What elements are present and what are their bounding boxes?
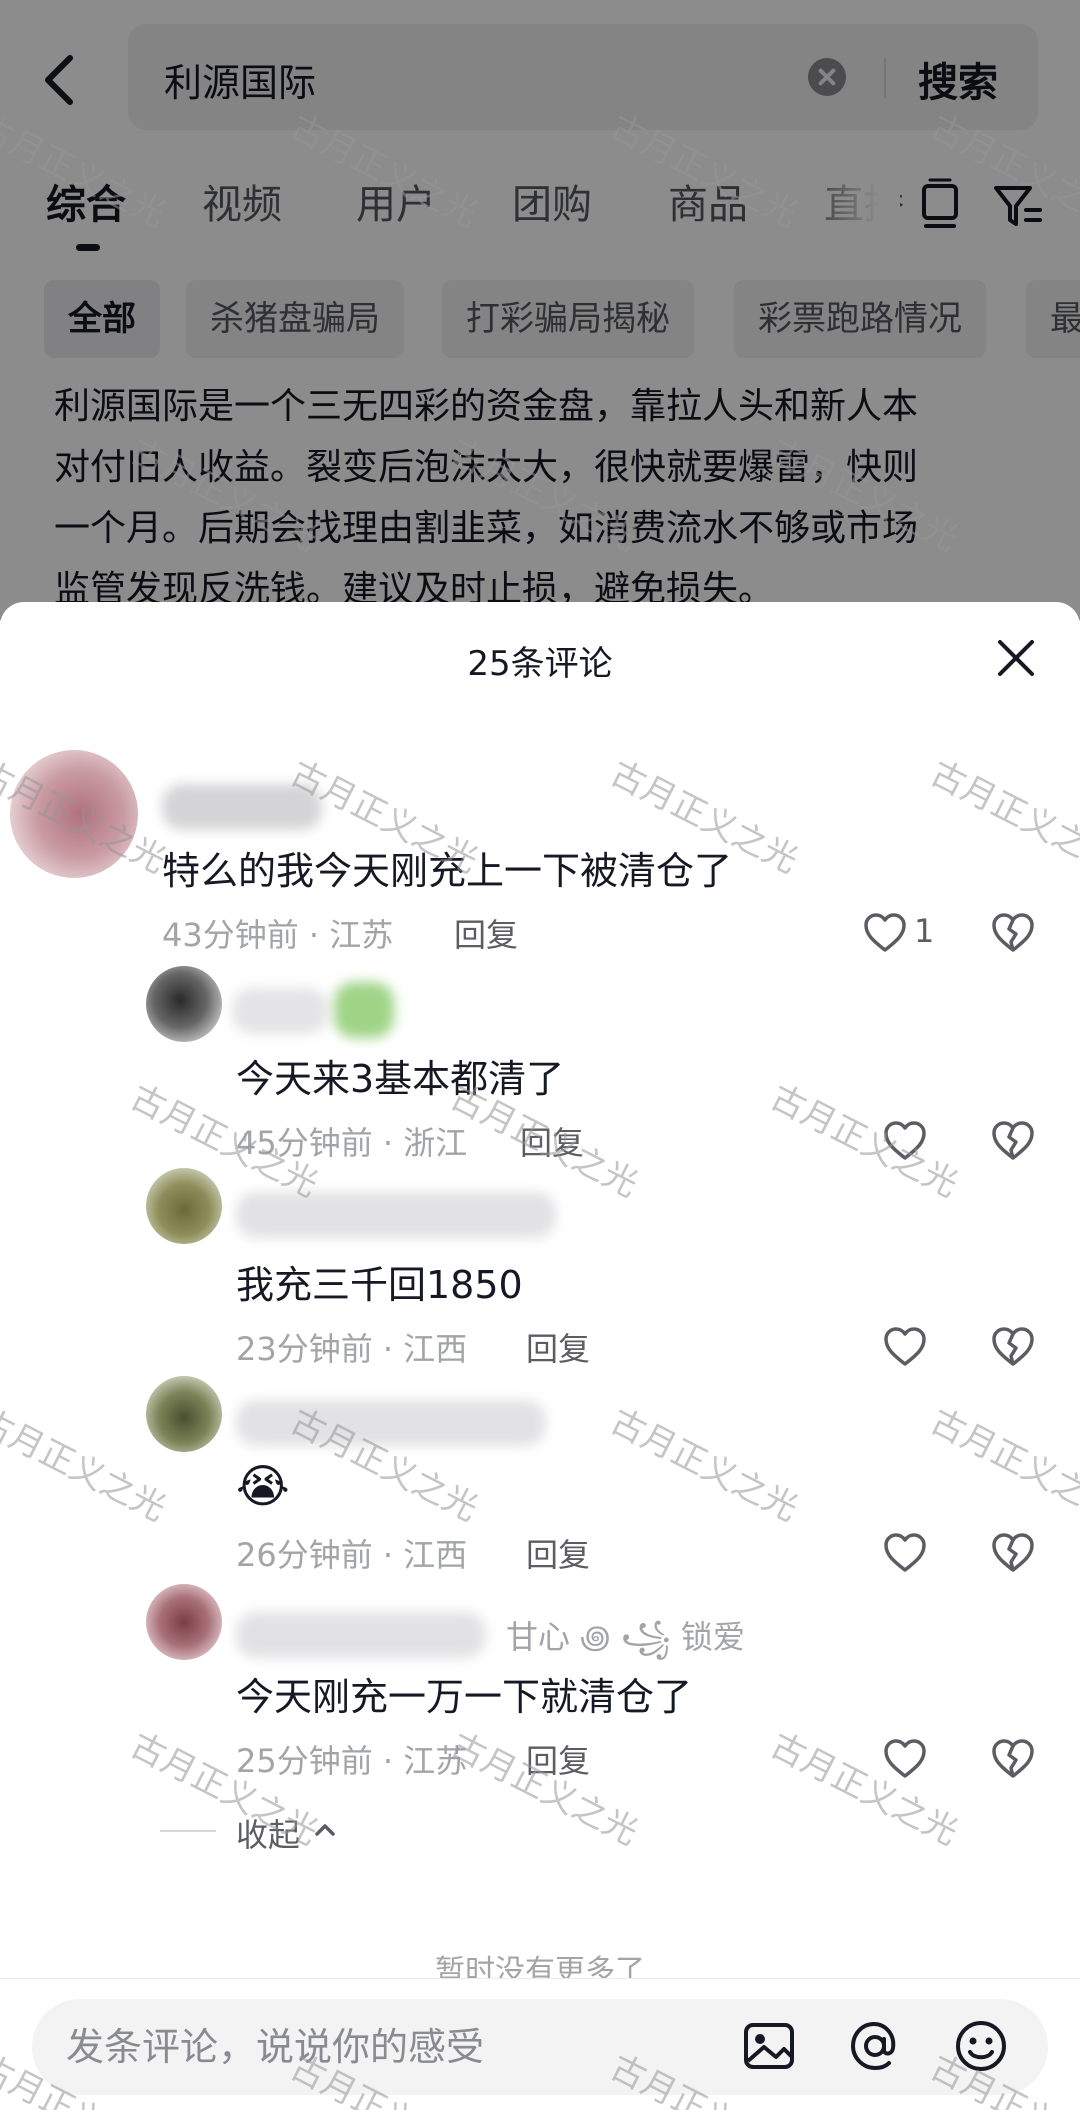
at-icon[interactable] bbox=[846, 2017, 904, 2075]
comment-text: 特么的我今天刚充上一下被清仓了 bbox=[162, 849, 733, 893]
comment-text: 今天刚充一万一下就清仓了 bbox=[236, 1675, 693, 1719]
comment-time: 25分钟前 bbox=[236, 1742, 373, 1780]
search-results-page: 利源国际 搜索 综合 视频 用户 团购 商品 直播 全部 杀猪盘骗局 打彩骗局揭… bbox=[0, 0, 1080, 620]
heart-icon[interactable] bbox=[882, 1118, 928, 1164]
reply-button[interactable]: 回复 bbox=[526, 1530, 590, 1576]
emoji-icon[interactable] bbox=[952, 2017, 1010, 2075]
heart-icon[interactable] bbox=[882, 1530, 928, 1576]
comment-text: 😭 bbox=[236, 1459, 290, 1513]
heart-icon[interactable] bbox=[882, 1324, 928, 1370]
image-icon[interactable] bbox=[740, 2017, 798, 2075]
broken-heart-icon[interactable] bbox=[990, 1118, 1036, 1164]
dim-overlay[interactable] bbox=[0, 0, 1080, 620]
avatar[interactable] bbox=[146, 966, 222, 1042]
comment-time: 23分钟前 bbox=[236, 1330, 373, 1368]
comment-meta: 25分钟前 · 江苏 bbox=[236, 1742, 468, 1780]
comment-text: 我充三千回1850 bbox=[236, 1263, 523, 1307]
avatar[interactable] bbox=[146, 1584, 222, 1660]
comment-location: 江苏 bbox=[329, 916, 394, 954]
username-blurred[interactable] bbox=[236, 1192, 556, 1238]
comment-time: 45分钟前 bbox=[236, 1124, 373, 1162]
reply-button[interactable]: 回复 bbox=[526, 1736, 590, 1782]
comment-meta: 43分钟前 · 江苏 bbox=[162, 916, 394, 954]
comment-location: 浙江 bbox=[403, 1124, 468, 1162]
comment-text: 今天来3基本都清了 bbox=[236, 1057, 565, 1101]
avatar[interactable] bbox=[146, 1168, 222, 1244]
broken-heart-icon[interactable] bbox=[990, 1736, 1036, 1782]
reply-button[interactable]: 回复 bbox=[520, 1118, 584, 1164]
close-icon[interactable] bbox=[990, 632, 1042, 684]
username-blurred[interactable] bbox=[334, 982, 394, 1038]
heart-icon[interactable] bbox=[882, 1736, 928, 1782]
comment-input-bar bbox=[0, 1978, 1080, 2110]
comment-sheet: 25条评论 特么的我今天刚充上一下被清仓了 43分钟前 · 江苏 回复 1 今天… bbox=[0, 602, 1080, 2110]
comment-meta: 45分钟前 · 浙江 bbox=[236, 1124, 468, 1162]
avatar[interactable] bbox=[146, 1376, 222, 1452]
collapse-divider bbox=[160, 1830, 216, 1832]
comment-time: 43分钟前 bbox=[162, 916, 299, 954]
heart-icon[interactable] bbox=[862, 910, 908, 956]
comment-time: 26分钟前 bbox=[236, 1536, 373, 1574]
like-count: 1 bbox=[914, 912, 935, 950]
chevron-up-icon[interactable] bbox=[312, 1812, 338, 1848]
reply-button[interactable]: 回复 bbox=[454, 910, 518, 956]
username-blurred[interactable] bbox=[236, 1400, 546, 1446]
comment-location: 江苏 bbox=[403, 1742, 468, 1780]
avatar[interactable] bbox=[10, 750, 138, 878]
username-blurred[interactable] bbox=[232, 988, 328, 1034]
broken-heart-icon[interactable] bbox=[990, 1530, 1036, 1576]
comment-meta: 26分钟前 · 江西 bbox=[236, 1536, 468, 1574]
comment-count-title: 25条评论 bbox=[467, 644, 613, 684]
broken-heart-icon[interactable] bbox=[990, 910, 1036, 956]
reply-button[interactable]: 回复 bbox=[526, 1324, 590, 1370]
comment-location: 江西 bbox=[403, 1330, 468, 1368]
username-blurred[interactable] bbox=[236, 1612, 486, 1658]
username-blurred[interactable] bbox=[162, 784, 322, 830]
collapse-replies-button[interactable]: 收起 bbox=[236, 1810, 300, 1856]
comment-meta: 23分钟前 · 江西 bbox=[236, 1330, 468, 1368]
comment-location: 江西 bbox=[403, 1536, 468, 1574]
broken-heart-icon[interactable] bbox=[990, 1324, 1036, 1370]
